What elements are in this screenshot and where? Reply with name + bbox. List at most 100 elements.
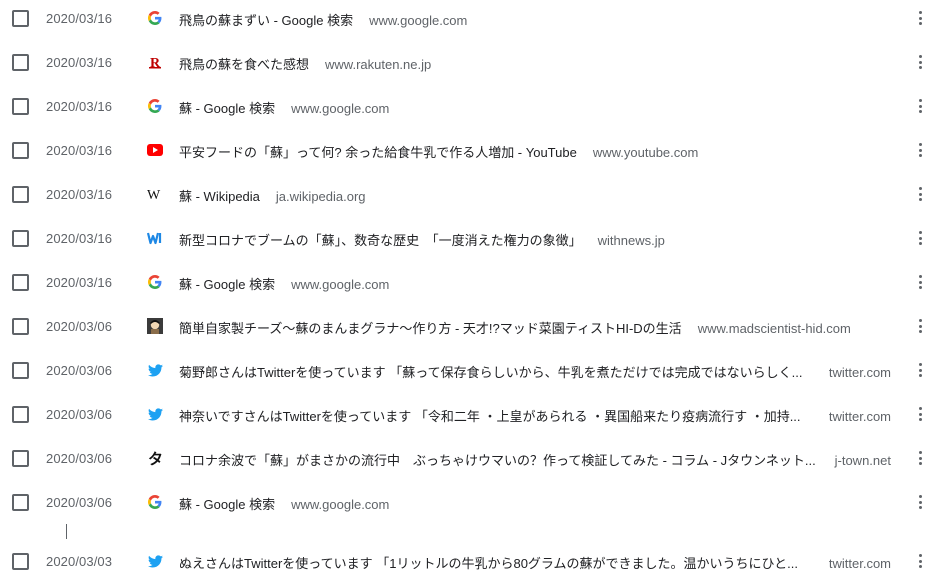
twitter-icon	[147, 406, 163, 422]
visit-date: 2020/03/06	[46, 407, 113, 422]
entry-link[interactable]: 蘇 - Google 検索 www.google.com	[179, 98, 891, 116]
visit-date: 2020/03/06	[46, 363, 113, 378]
entry-link[interactable]: 神奈いですさんはTwitterを使っています 「令和二年 ・上皇があられる ・異…	[179, 406, 891, 424]
history-row[interactable]: 2020/03/16 W 蘇 - Wikipedia ja.wikipedia.…	[0, 176, 934, 220]
history-row[interactable]: 2020/03/03 ぬえさんはTwitterを使っています 「1リットルの牛乳…	[0, 543, 934, 587]
more-actions-icon[interactable]	[912, 141, 928, 159]
entry-domain: www.madscientist-hid.com	[697, 321, 851, 336]
entry-link[interactable]: 簡単自家製チーズ～蘇のまんまグラナ～作り方 - 天才!?マッド菜園ティストHI-…	[179, 318, 891, 336]
madscientist-icon	[147, 318, 163, 334]
row-checkbox[interactable]	[12, 230, 29, 247]
row-checkbox[interactable]	[12, 54, 29, 71]
row-checkbox[interactable]	[12, 553, 29, 570]
entry-link[interactable]: 飛鳥の蘇を食べた感想 www.rakuten.ne.jp	[179, 54, 891, 72]
entry-title[interactable]: 蘇 - Google 検索	[179, 98, 275, 116]
withnews-icon	[147, 230, 163, 246]
more-actions-icon[interactable]	[912, 449, 928, 467]
entry-title[interactable]: ぬえさんはTwitterを使っています 「1リットルの牛乳から80グラムの蘇がで…	[179, 553, 811, 571]
visit-date: 2020/03/16	[46, 55, 113, 70]
row-checkbox[interactable]	[12, 186, 29, 203]
row-checkbox[interactable]	[12, 274, 29, 291]
entry-domain: www.google.com	[369, 13, 468, 28]
entry-link[interactable]: 蘇 - Wikipedia ja.wikipedia.org	[179, 186, 891, 204]
more-actions-icon[interactable]	[912, 97, 928, 115]
entry-domain: www.google.com	[291, 101, 390, 116]
entry-domain: www.rakuten.ne.jp	[325, 57, 432, 72]
row-checkbox[interactable]	[12, 406, 29, 423]
entry-domain: ja.wikipedia.org	[275, 189, 366, 204]
more-actions-icon[interactable]	[912, 317, 928, 335]
visit-date: 2020/03/16	[46, 11, 113, 26]
history-row[interactable]: 2020/03/16 蘇 - Google 検索 www.google.com	[0, 88, 934, 132]
entry-domain: www.google.com	[291, 497, 390, 512]
history-row[interactable]: 2020/03/16 新型コロナでブームの「蘇」、数奇な歴史 「一度消えた権力の…	[0, 220, 934, 264]
visit-date: 2020/03/06	[46, 495, 113, 510]
entry-link[interactable]: 平安フードの「蘇」って何? 余った給食牛乳で作る人増加 - YouTube ww…	[179, 142, 891, 160]
more-actions-icon[interactable]	[912, 361, 928, 379]
entry-link[interactable]: コロナ余波で「蘇」がまさかの流行中 ぶっちゃけウマいの？作って検証してみた - …	[179, 450, 891, 468]
more-actions-icon[interactable]	[912, 273, 928, 291]
history-row[interactable]: 2020/03/06 タ コロナ余波で「蘇」がまさかの流行中 ぶっちゃけウマいの…	[0, 440, 934, 484]
visit-date: 2020/03/03	[46, 554, 113, 569]
history-row[interactable]: 2020/03/06 蘇 - Google 検索 www.google.com	[0, 484, 934, 528]
history-row[interactable]: 2020/03/06 菊野郎さんはTwitterを使っています 「蘇って保存食ら…	[0, 352, 934, 396]
row-checkbox[interactable]	[12, 98, 29, 115]
visit-date: 2020/03/06	[46, 451, 113, 466]
entry-domain: twitter.com	[828, 409, 891, 424]
row-checkbox[interactable]	[12, 10, 29, 27]
entry-domain: www.google.com	[291, 277, 390, 292]
more-actions-icon[interactable]	[912, 552, 928, 570]
entry-title[interactable]: 飛鳥の蘇を食べた感想	[179, 54, 309, 72]
row-checkbox[interactable]	[12, 450, 29, 467]
entry-title[interactable]: 蘇 - Google 検索	[179, 494, 275, 512]
visit-date: 2020/03/16	[46, 275, 113, 290]
entry-title[interactable]: 新型コロナでブームの「蘇」、数奇な歴史 「一度消えた権力の象徴」	[179, 230, 582, 248]
google-icon	[147, 10, 163, 26]
entry-link[interactable]: 菊野郎さんはTwitterを使っています 「蘇って保存食らしいから、牛乳を煮ただ…	[179, 362, 891, 380]
history-row[interactable]: 2020/03/16 平安フードの「蘇」って何? 余った給食牛乳で作る人増加 -…	[0, 132, 934, 176]
more-actions-icon[interactable]	[912, 405, 928, 423]
google-icon	[147, 494, 163, 510]
entry-title[interactable]: 蘇 - Google 検索	[179, 274, 275, 292]
more-actions-icon[interactable]	[912, 53, 928, 71]
entry-title[interactable]: 神奈いですさんはTwitterを使っています 「令和二年 ・上皇があられる ・異…	[179, 406, 811, 424]
history-row[interactable]: 2020/03/06 神奈いですさんはTwitterを使っています 「令和二年 …	[0, 396, 934, 440]
entry-link[interactable]: 飛鳥の蘇まずい - Google 検索 www.google.com	[179, 10, 891, 28]
wikipedia-icon: W	[147, 186, 163, 202]
entry-title[interactable]: 飛鳥の蘇まずい - Google 検索	[179, 10, 353, 28]
google-icon	[147, 98, 163, 114]
entry-title[interactable]: 簡単自家製チーズ～蘇のまんまグラナ～作り方 - 天才!?マッド菜園ティストHI-…	[179, 318, 682, 336]
svg-text:タ: タ	[148, 450, 163, 466]
row-checkbox[interactable]	[12, 142, 29, 159]
entry-title[interactable]: コロナ余波で「蘇」がまさかの流行中 ぶっちゃけウマいの？作って検証してみた - …	[179, 450, 817, 468]
entry-title[interactable]: 蘇 - Wikipedia	[179, 186, 260, 204]
more-actions-icon[interactable]	[912, 185, 928, 203]
twitter-icon	[147, 553, 163, 569]
twitter-icon	[147, 362, 163, 378]
entry-domain: withnews.jp	[597, 233, 665, 248]
history-row[interactable]: 2020/03/16 R 飛鳥の蘇を食べた感想 www.rakuten.ne.j…	[0, 44, 934, 88]
more-actions-icon[interactable]	[912, 493, 928, 511]
visit-date: 2020/03/16	[46, 231, 113, 246]
entry-domain: www.youtube.com	[592, 145, 699, 160]
rakuten-icon: R	[147, 54, 163, 70]
day-separator	[66, 524, 67, 539]
history-row[interactable]: 2020/03/16 飛鳥の蘇まずい - Google 検索 www.googl…	[0, 0, 934, 44]
entry-link[interactable]: 新型コロナでブームの「蘇」、数奇な歴史 「一度消えた権力の象徴」 withnew…	[179, 230, 891, 248]
more-actions-icon[interactable]	[912, 9, 928, 27]
history-row[interactable]: 2020/03/06 簡単自家製チーズ～蘇のまんまグラナ～作り方 - 天才!?マ…	[0, 308, 934, 352]
entry-domain: twitter.com	[828, 556, 891, 571]
visit-date: 2020/03/16	[46, 143, 113, 158]
entry-link[interactable]: 蘇 - Google 検索 www.google.com	[179, 274, 891, 292]
row-checkbox[interactable]	[12, 362, 29, 379]
entry-link[interactable]: 蘇 - Google 検索 www.google.com	[179, 494, 891, 512]
visit-date: 2020/03/16	[46, 99, 113, 114]
row-checkbox[interactable]	[12, 318, 29, 335]
entry-link[interactable]: ぬえさんはTwitterを使っています 「1リットルの牛乳から80グラムの蘇がで…	[179, 553, 891, 571]
entry-title[interactable]: 菊野郎さんはTwitterを使っています 「蘇って保存食らしいから、牛乳を煮ただ…	[179, 362, 811, 380]
row-checkbox[interactable]	[12, 494, 29, 511]
history-row[interactable]: 2020/03/16 蘇 - Google 検索 www.google.com	[0, 264, 934, 308]
entry-domain: twitter.com	[828, 365, 891, 380]
more-actions-icon[interactable]	[912, 229, 928, 247]
entry-title[interactable]: 平安フードの「蘇」って何? 余った給食牛乳で作る人増加 - YouTube	[179, 142, 577, 160]
